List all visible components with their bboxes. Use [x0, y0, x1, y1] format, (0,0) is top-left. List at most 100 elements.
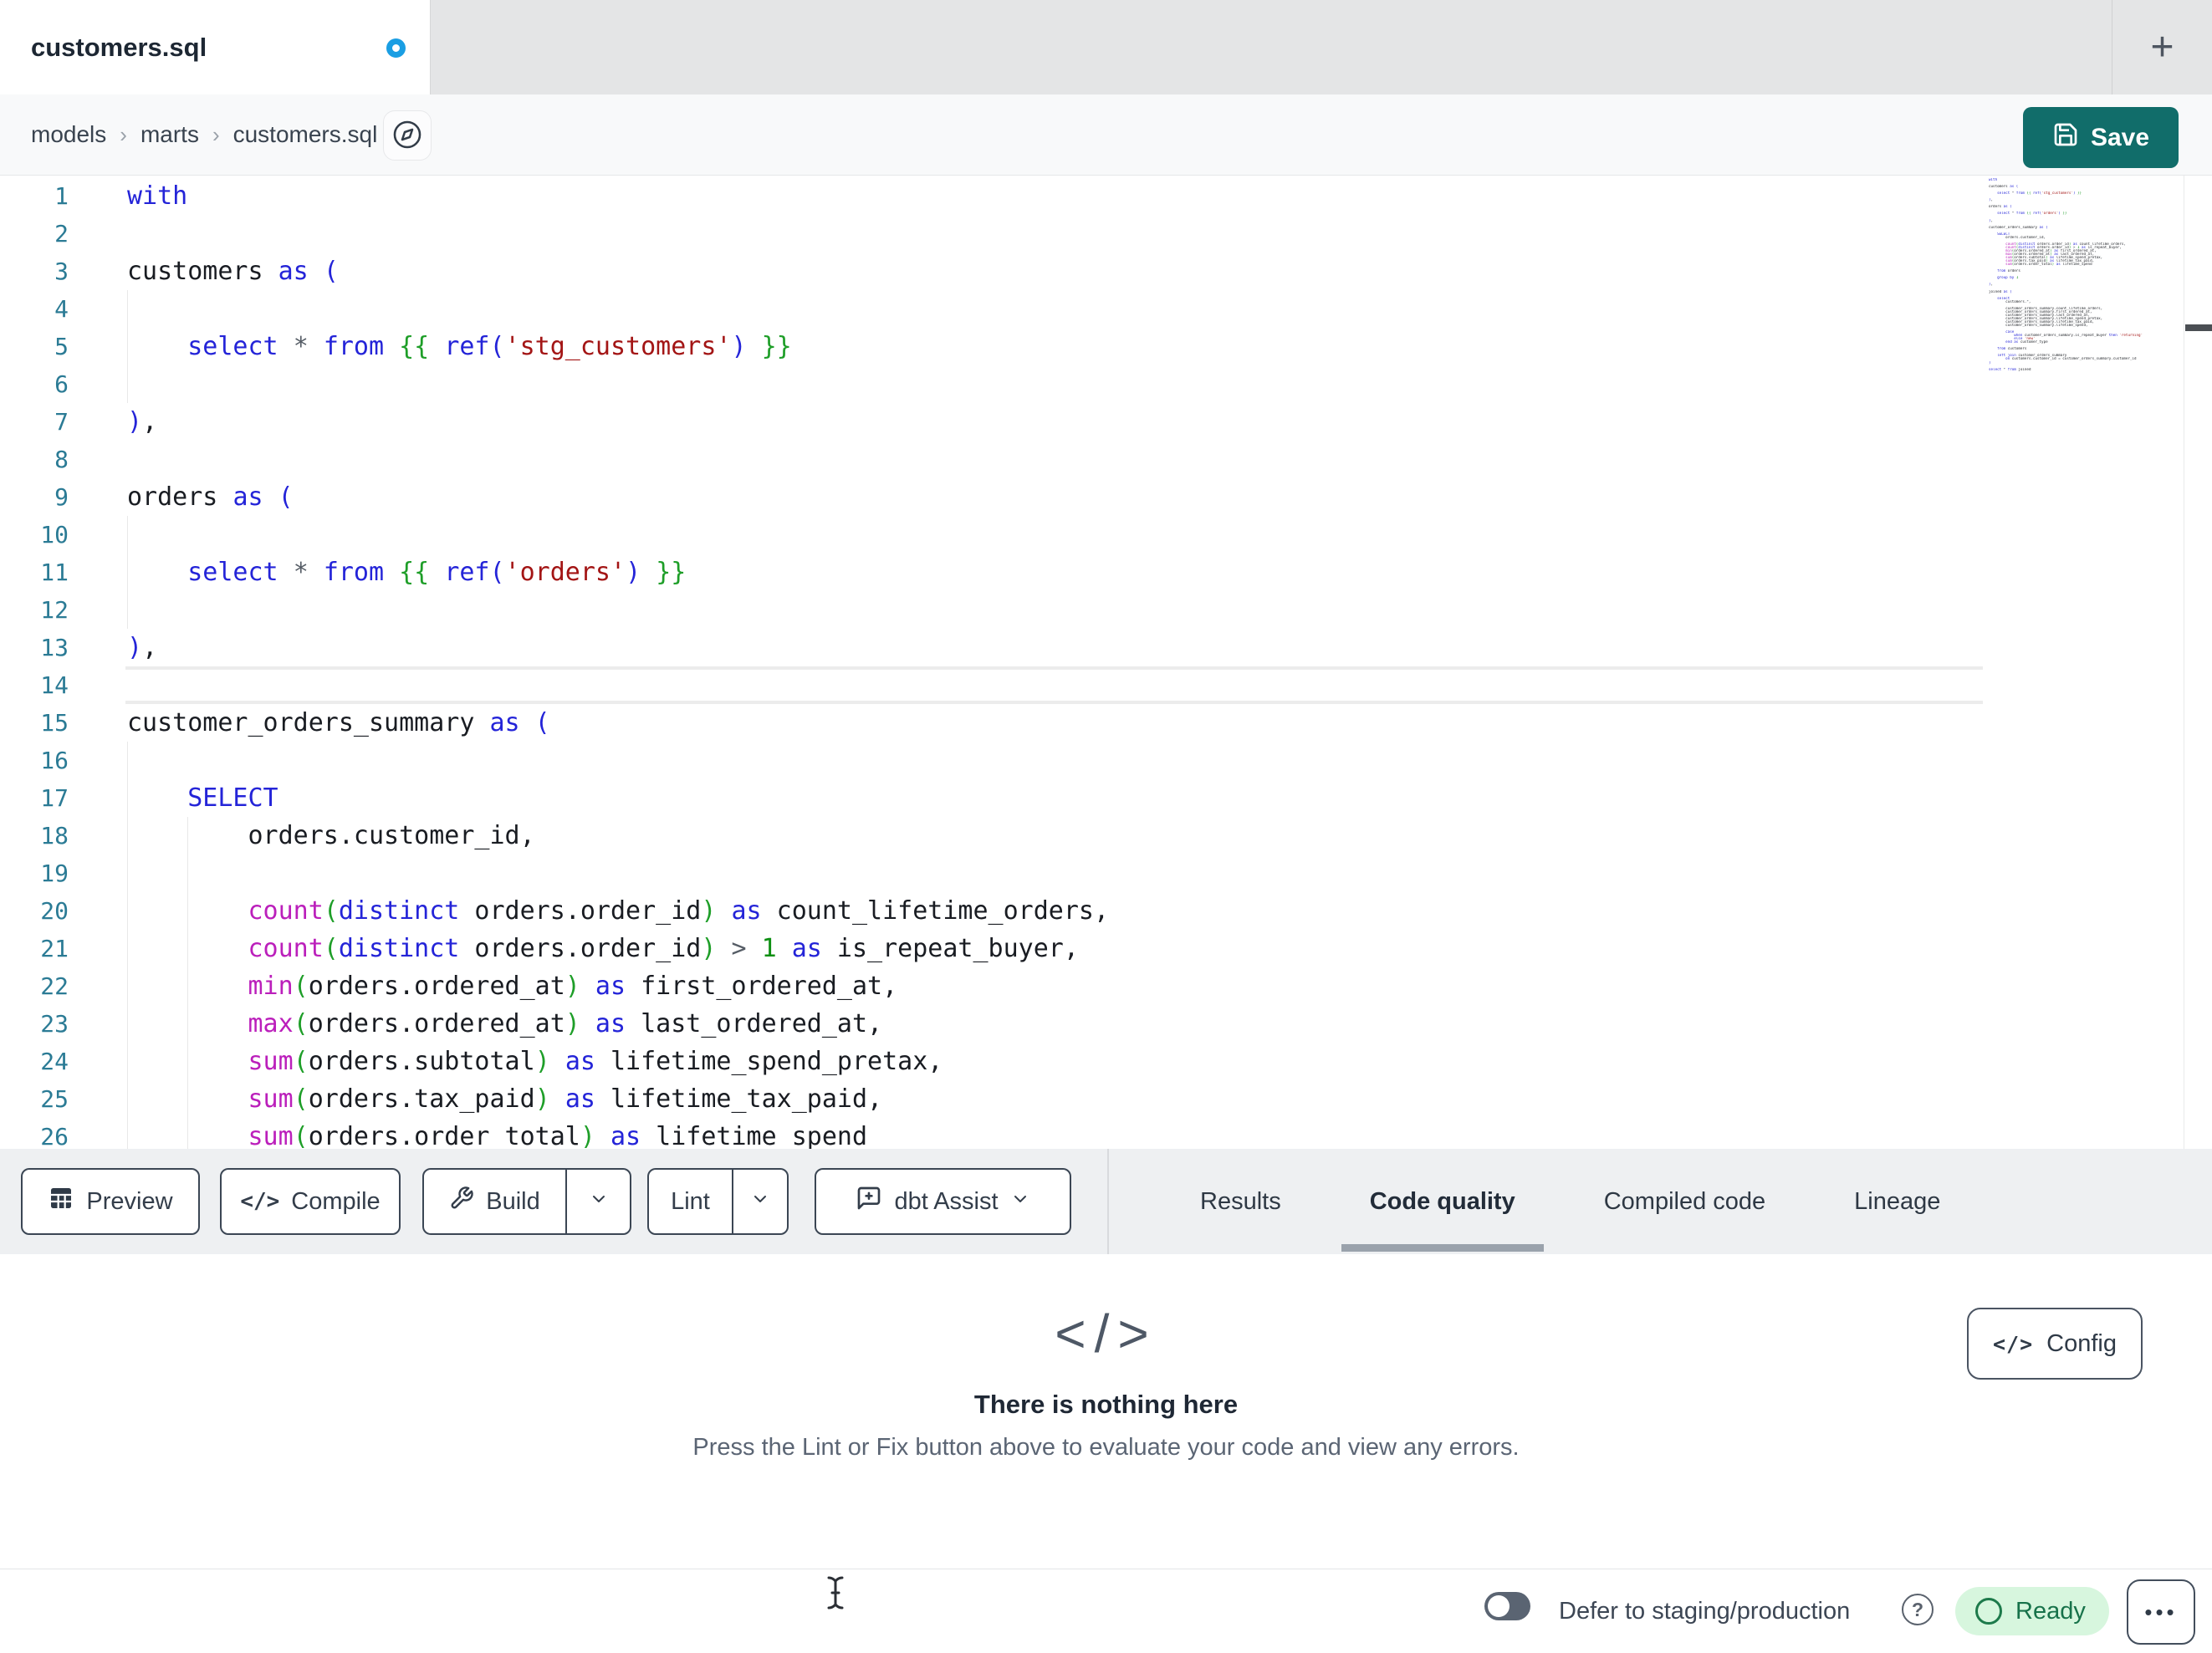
- panel-tab-compiled-code[interactable]: Compiled code: [1576, 1149, 1794, 1254]
- editor-scrollbar[interactable]: [2184, 176, 2212, 1149]
- code-content[interactable]: with customers as ( select * from {{ ref(…: [127, 177, 1109, 1149]
- code-brackets-icon: </>: [240, 1189, 280, 1214]
- code-line[interactable]: orders.customer_id,: [127, 817, 1109, 855]
- build-dropdown-button[interactable]: [565, 1170, 630, 1233]
- toggle-knob: [1488, 1595, 1510, 1617]
- code-editor[interactable]: 1 2 3 4 5 6 7 8 9 10 11 12 13 14 15 16 17 18 19 20 21 22 23 24 2…: [0, 176, 2212, 1149]
- code-line[interactable]: ),: [127, 629, 1109, 666]
- compile-button-label: Compile: [291, 1187, 381, 1215]
- dbt-assist-button[interactable]: dbt Assist: [815, 1168, 1071, 1235]
- line-number: 22: [40, 972, 69, 1000]
- compile-button[interactable]: </> Compile: [220, 1168, 401, 1235]
- scrollbar-marker[interactable]: [2185, 324, 2212, 331]
- lint-button[interactable]: Lint: [649, 1170, 732, 1233]
- line-number: 1: [54, 182, 69, 210]
- empty-state-subtitle: Press the Lint or Fix button above to ev…: [692, 1434, 1520, 1461]
- code-line[interactable]: [127, 290, 1109, 328]
- lint-dropdown-button[interactable]: [732, 1170, 787, 1233]
- code-line[interactable]: count(distinct orders.order_id) as count…: [127, 892, 1110, 930]
- file-tab-customers-sql[interactable]: customers.sql: [0, 0, 431, 94]
- code-line[interactable]: [127, 742, 1109, 779]
- code-quality-panel: </> There is nothing here Press the Lint…: [0, 1254, 2212, 1569]
- panel-tab-code-quality[interactable]: Code quality: [1341, 1149, 1544, 1254]
- save-button[interactable]: Save: [2023, 107, 2179, 168]
- chevron-down-icon: [589, 1188, 609, 1216]
- status-badge[interactable]: Ready: [1955, 1587, 2109, 1635]
- toolbar-divider: [1107, 1149, 1109, 1254]
- chevron-down-icon: [750, 1188, 770, 1216]
- line-number: 17: [40, 784, 69, 812]
- tab-strip: customers.sql +: [0, 0, 2212, 94]
- code-line[interactable]: [127, 215, 1109, 253]
- compass-icon: [391, 119, 423, 153]
- dbt-assist-button-label: dbt Assist: [894, 1187, 999, 1215]
- more-options-button[interactable]: •••: [2127, 1579, 2195, 1645]
- minimap-line: select * from joined: [1989, 367, 2031, 371]
- code-line[interactable]: min(orders.ordered_at) as first_ordered_…: [127, 967, 1109, 1005]
- save-floppy-icon: [2052, 121, 2079, 155]
- save-button-label: Save: [2090, 123, 2150, 151]
- build-button-label: Build: [486, 1187, 540, 1215]
- code-line[interactable]: customers as (: [127, 253, 1109, 290]
- empty-state: </> There is nothing here Press the Lint…: [0, 1254, 2212, 1462]
- build-button[interactable]: Build: [424, 1170, 565, 1233]
- chevron-down-icon: [1010, 1188, 1030, 1216]
- line-number: 24: [40, 1048, 69, 1075]
- table-icon: [48, 1185, 74, 1218]
- status-bar: Defer to staging/production ? Ready •••: [0, 1569, 2212, 1653]
- file-tab-label: customers.sql: [31, 32, 207, 62]
- panel-tab-lineage[interactable]: Lineage: [1826, 1149, 1969, 1254]
- line-number: 25: [40, 1085, 69, 1113]
- code-line[interactable]: [127, 855, 1109, 892]
- code-brackets-icon: </>: [1993, 1331, 2034, 1356]
- wrench-icon: [449, 1186, 474, 1217]
- code-line[interactable]: [127, 666, 1109, 704]
- code-line[interactable]: [127, 365, 1109, 403]
- code-line[interactable]: with: [127, 177, 1109, 215]
- code-line[interactable]: sum(orders.subtotal) as lifetime_spend_p…: [127, 1043, 1109, 1080]
- lint-button-label: Lint: [671, 1187, 710, 1215]
- code-line[interactable]: count(distinct orders.order_id) > 1 as i…: [127, 930, 1109, 967]
- minimap[interactable]: with customers as ( select * from {{ ref(…: [1989, 178, 2181, 371]
- code-line[interactable]: orders as (: [127, 478, 1109, 516]
- unsaved-changes-dot-icon: [386, 38, 406, 58]
- line-number: 12: [40, 596, 69, 624]
- preview-button[interactable]: Preview: [21, 1168, 200, 1235]
- panel-tab-results[interactable]: Results: [1172, 1149, 1310, 1254]
- code-line[interactable]: [127, 516, 1109, 554]
- defer-label: Defer to staging/production: [1559, 1597, 1851, 1625]
- code-line[interactable]: customer_orders_summary as (: [127, 704, 1109, 742]
- code-line[interactable]: max(orders.ordered_at) as last_ordered_a…: [127, 1005, 1109, 1043]
- line-number: 20: [40, 897, 69, 925]
- build-split-button: Build: [422, 1168, 631, 1235]
- code-line[interactable]: [127, 441, 1109, 478]
- help-icon[interactable]: ?: [1902, 1594, 1934, 1625]
- new-tab-button[interactable]: +: [2112, 0, 2212, 94]
- line-number: 14: [40, 671, 69, 699]
- line-number: 19: [40, 860, 69, 887]
- breadcrumb-item[interactable]: customers.sql: [233, 121, 378, 148]
- code-line[interactable]: sum(orders.order_total) as lifetime_spen…: [127, 1118, 1109, 1149]
- code-line[interactable]: select * from {{ ref('stg_customers') }}: [127, 328, 1109, 365]
- editor-toolbar: Preview </> Compile Build Lint dbt Assis…: [0, 1149, 2212, 1254]
- breadcrumb-item[interactable]: marts: [140, 121, 199, 148]
- line-number: 11: [40, 559, 69, 586]
- code-line[interactable]: ),: [127, 403, 1109, 441]
- line-number: 26: [40, 1123, 69, 1149]
- code-line[interactable]: SELECT: [127, 779, 1109, 817]
- panel-tab-bar: Results Code quality Compiled code Lineage: [1172, 1149, 1969, 1254]
- breadcrumb-item[interactable]: models: [31, 121, 106, 148]
- line-number: 10: [40, 521, 69, 548]
- code-line[interactable]: sum(orders.tax_paid) as lifetime_tax_pai…: [127, 1080, 1109, 1118]
- line-number: 18: [40, 822, 69, 849]
- defer-toggle[interactable]: [1484, 1592, 1530, 1620]
- compass-navigate-button[interactable]: [383, 110, 432, 161]
- code-line[interactable]: [127, 591, 1109, 629]
- code-line[interactable]: select * from {{ ref('orders') }}: [127, 554, 1109, 591]
- line-number: 6: [54, 370, 69, 398]
- line-number: 2: [54, 220, 69, 247]
- line-number: 5: [54, 333, 69, 360]
- config-button[interactable]: </> Config: [1967, 1308, 2143, 1380]
- lint-split-button: Lint: [647, 1168, 789, 1235]
- text-cursor-ibeam-icon: [824, 1575, 847, 1615]
